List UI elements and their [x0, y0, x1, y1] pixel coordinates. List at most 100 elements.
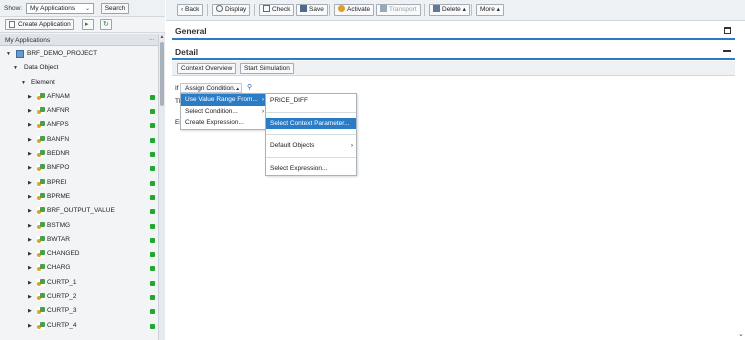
check-button[interactable]: Check: [259, 4, 295, 16]
expand-triangle-icon[interactable]: ▶: [28, 304, 32, 318]
scroll-up-icon[interactable]: ▲: [159, 34, 165, 40]
expand-tree-button[interactable]: ▸: [82, 19, 94, 30]
header-more-icon[interactable]: ...: [149, 36, 154, 42]
collapse-triangle-icon[interactable]: ▼: [13, 61, 18, 75]
transport-button[interactable]: Transport: [376, 4, 421, 16]
toolbar-divider: [424, 4, 425, 16]
expand-triangle-icon[interactable]: ▶: [28, 290, 32, 304]
search-button[interactable]: Search: [101, 3, 129, 14]
submenu-arrow-icon: ›: [261, 107, 264, 115]
tree-node-data-object[interactable]: ▼ Data Object: [0, 61, 158, 75]
expand-triangle-icon[interactable]: ▶: [28, 147, 32, 161]
menu-item-use-value-range[interactable]: Use Value Range From... ›: [181, 94, 267, 106]
menu-item-default-objects[interactable]: Default Objects ›: [266, 140, 356, 152]
expand-triangle-icon[interactable]: ▶: [28, 247, 32, 261]
tree-node-element-item[interactable]: ▶ CURTP_3: [0, 304, 158, 318]
tree-node-element-item[interactable]: ▶ ANFNR: [0, 104, 158, 118]
tree-node-element-item[interactable]: ▶ BANFN: [0, 133, 158, 147]
tree-node-element-item[interactable]: ▶ ANFPS: [0, 118, 158, 132]
expand-triangle-icon[interactable]: ▶: [28, 161, 32, 175]
expand-triangle-icon[interactable]: ▶: [28, 104, 32, 118]
tree-node-label: CURTP_4: [47, 321, 77, 329]
tree-node-element-item[interactable]: ▶ CHARG: [0, 261, 158, 275]
tree-node-element-item[interactable]: ▶ CHANGED: [0, 247, 158, 261]
data-element-icon: [37, 92, 45, 101]
general-section-header[interactable]: General: [172, 24, 735, 40]
tree-node-element-item[interactable]: ▶ BEDNR: [0, 147, 158, 161]
dropdown-caret-icon: ▴: [494, 6, 500, 13]
editor-panel: ‹ Back Display Check Save Activate Trans…: [166, 0, 745, 340]
back-button[interactable]: ‹ Back: [177, 4, 204, 16]
save-button[interactable]: Save: [296, 4, 328, 16]
trash-icon: [433, 5, 440, 12]
data-element-icon: [37, 264, 45, 273]
collapse-triangle-icon[interactable]: ▼: [21, 76, 26, 90]
detail-section-header[interactable]: Detail: [172, 45, 735, 60]
data-element-icon: [37, 164, 45, 173]
save-label: Save: [309, 6, 324, 13]
refresh-tree-button[interactable]: ↻: [100, 19, 112, 30]
collapse-triangle-icon[interactable]: ▼: [6, 47, 11, 61]
tree-node-element-item[interactable]: ▶ BPREI: [0, 176, 158, 190]
expand-triangle-icon[interactable]: ▶: [28, 276, 32, 290]
tree-node-label: BSTMG: [47, 221, 71, 229]
expand-triangle-icon[interactable]: ▶: [28, 233, 32, 247]
show-select[interactable]: My Applications ⌄: [26, 3, 94, 14]
active-status-icon: [150, 295, 155, 301]
active-status-icon: [150, 323, 155, 329]
tree-scrollbar[interactable]: ▲: [158, 34, 165, 340]
maximize-icon[interactable]: [724, 27, 731, 34]
delete-button[interactable]: Delete ▴: [429, 4, 470, 16]
more-button[interactable]: More ▴: [476, 4, 504, 16]
tree-node-label: BPRME: [47, 192, 71, 200]
show-label: Show:: [4, 5, 23, 12]
expand-triangle-icon[interactable]: ▶: [28, 219, 32, 233]
tree-node-element-item[interactable]: ▶ BRF_OUTPUT_VALUE: [0, 204, 158, 218]
scrollbar-thumb[interactable]: [160, 42, 164, 106]
expand-triangle-icon[interactable]: ▶: [28, 118, 32, 132]
assign-condition-button[interactable]: Assign Condition... ▴: [180, 83, 242, 93]
tree-node-element-item[interactable]: ▶ BNFPO: [0, 161, 158, 175]
menu-separator: [266, 111, 356, 113]
activate-button[interactable]: Activate: [334, 4, 375, 16]
expand-triangle-icon[interactable]: ▶: [28, 204, 32, 218]
menu-item-label: Default Objects: [270, 142, 315, 149]
tree-node-element-item[interactable]: ▶ BWTAR: [0, 233, 158, 247]
expand-triangle-icon[interactable]: ▶: [28, 90, 32, 104]
context-overview-button[interactable]: Context Overview: [177, 63, 237, 74]
active-status-icon: [150, 137, 155, 143]
menu-item-select-expression[interactable]: Select Expression...: [266, 163, 356, 175]
menu-item-select-context-parameter[interactable]: Select Context Parameter...: [266, 117, 356, 129]
expand-triangle-icon[interactable]: ▶: [28, 133, 32, 147]
display-glasses-icon: [216, 5, 223, 12]
start-simulation-button[interactable]: Start Simulation: [240, 63, 294, 74]
new-document-icon: [9, 21, 15, 28]
chevron-down-icon[interactable]: ⌄: [738, 330, 744, 338]
menu-item-create-expression[interactable]: Create Expression...: [181, 117, 267, 129]
menu-item-price-diff[interactable]: PRICE_DIFF: [266, 95, 356, 107]
tree-node-element-item[interactable]: ▶ CURTP_2: [0, 290, 158, 304]
tree-node-element-item[interactable]: ▶ AFNAM: [0, 90, 158, 104]
expand-triangle-icon[interactable]: ▶: [28, 176, 32, 190]
active-status-icon: [150, 152, 155, 158]
expand-triangle-icon[interactable]: ▶: [28, 319, 32, 333]
expand-triangle-icon[interactable]: ▶: [28, 261, 32, 275]
active-status-icon: [150, 109, 155, 115]
tree-node-element-item[interactable]: ▶ CURTP_1: [0, 276, 158, 290]
display-button[interactable]: Display: [212, 4, 251, 16]
tree-node-element-item[interactable]: ▶ CURTP_4: [0, 319, 158, 333]
create-application-button[interactable]: Create Application: [5, 19, 74, 30]
my-applications-title: My Applications: [5, 37, 51, 44]
tree-node-element-item[interactable]: ▶ BPRME: [0, 190, 158, 204]
expand-triangle-icon[interactable]: ▶: [28, 190, 32, 204]
editor-scrollbar[interactable]: ⌄: [737, 80, 745, 338]
tree-node-label: BRF_DEMO_PROJECT: [27, 50, 98, 57]
tree-node-label: ANFPS: [47, 121, 69, 129]
tree-node-element-item[interactable]: ▶ BSTMG: [0, 219, 158, 233]
submenu-arrow-icon: ›: [261, 96, 264, 103]
tree-node-project[interactable]: ▼ BRF_DEMO_PROJECT: [0, 47, 158, 61]
minimize-icon[interactable]: [723, 50, 731, 52]
tree-node-element[interactable]: ▼ Element: [0, 76, 158, 90]
menu-item-select-condition[interactable]: Select Condition... ›: [181, 106, 267, 118]
link-icon[interactable]: ⚲: [247, 84, 255, 92]
